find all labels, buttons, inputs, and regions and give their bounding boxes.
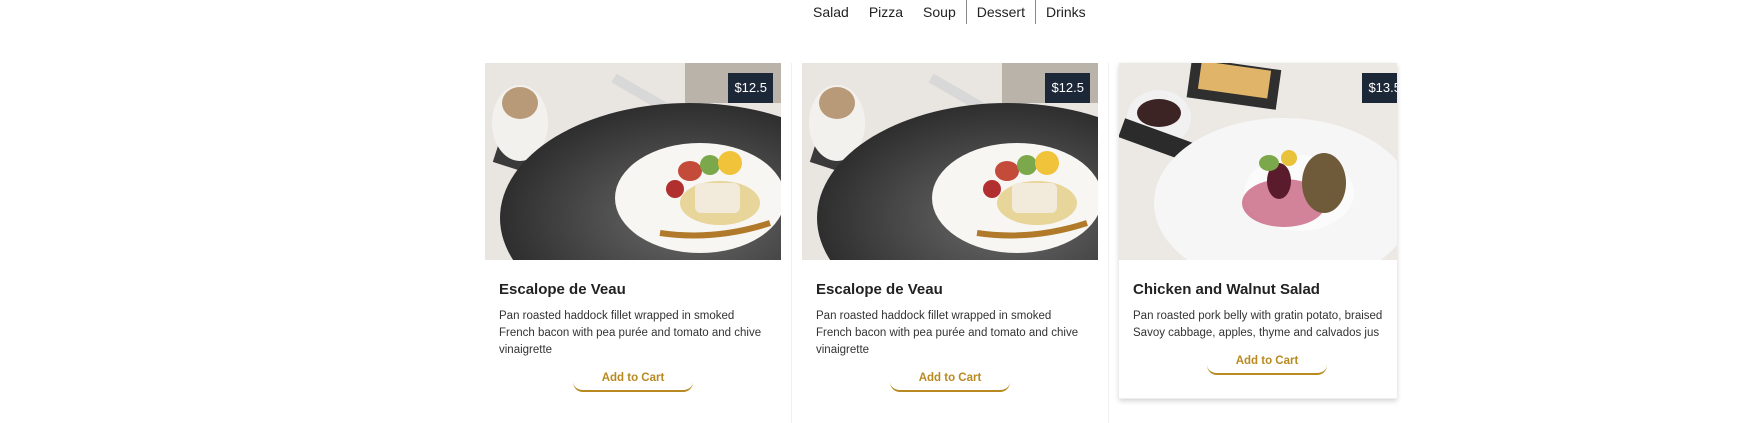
dish-title: Escalope de Veau <box>816 281 943 298</box>
category-tabs: Salad Pizza Soup Dessert Drinks <box>803 0 1096 24</box>
dish-description: Pan roasted haddock fillet wrapped in sm… <box>499 310 762 356</box>
add-to-cart-button[interactable]: Add to Cart <box>573 370 693 392</box>
tab-salad[interactable]: Salad <box>803 0 859 24</box>
tab-drinks[interactable]: Drinks <box>1036 0 1096 24</box>
price-badge: $12.5 <box>728 73 773 103</box>
menu-card: $12.5 Escalope de Veau Pan roasted haddo… <box>485 63 792 423</box>
dish-description: Pan roasted haddock fillet wrapped in sm… <box>816 310 1079 356</box>
price-badge: $13.5 <box>1362 73 1397 103</box>
price-badge: $12.5 <box>1045 73 1090 103</box>
menu-card: $12.5 Escalope de Veau Pan roasted haddo… <box>802 63 1109 423</box>
add-to-cart-button[interactable]: Add to Cart <box>1207 353 1327 375</box>
tab-dessert[interactable]: Dessert <box>965 0 1036 24</box>
dish-title: Chicken and Walnut Salad <box>1133 281 1320 298</box>
tab-pizza[interactable]: Pizza <box>859 0 913 24</box>
dish-image <box>1119 63 1397 260</box>
dish-title: Escalope de Veau <box>499 281 626 298</box>
tab-soup[interactable]: Soup <box>913 0 966 24</box>
dish-description: Pan roasted pork belly with gratin potat… <box>1133 310 1383 339</box>
menu-card: $13.5 Chicken and Walnut Salad Pan roast… <box>1119 63 1397 399</box>
add-to-cart-button[interactable]: Add to Cart <box>890 370 1010 392</box>
